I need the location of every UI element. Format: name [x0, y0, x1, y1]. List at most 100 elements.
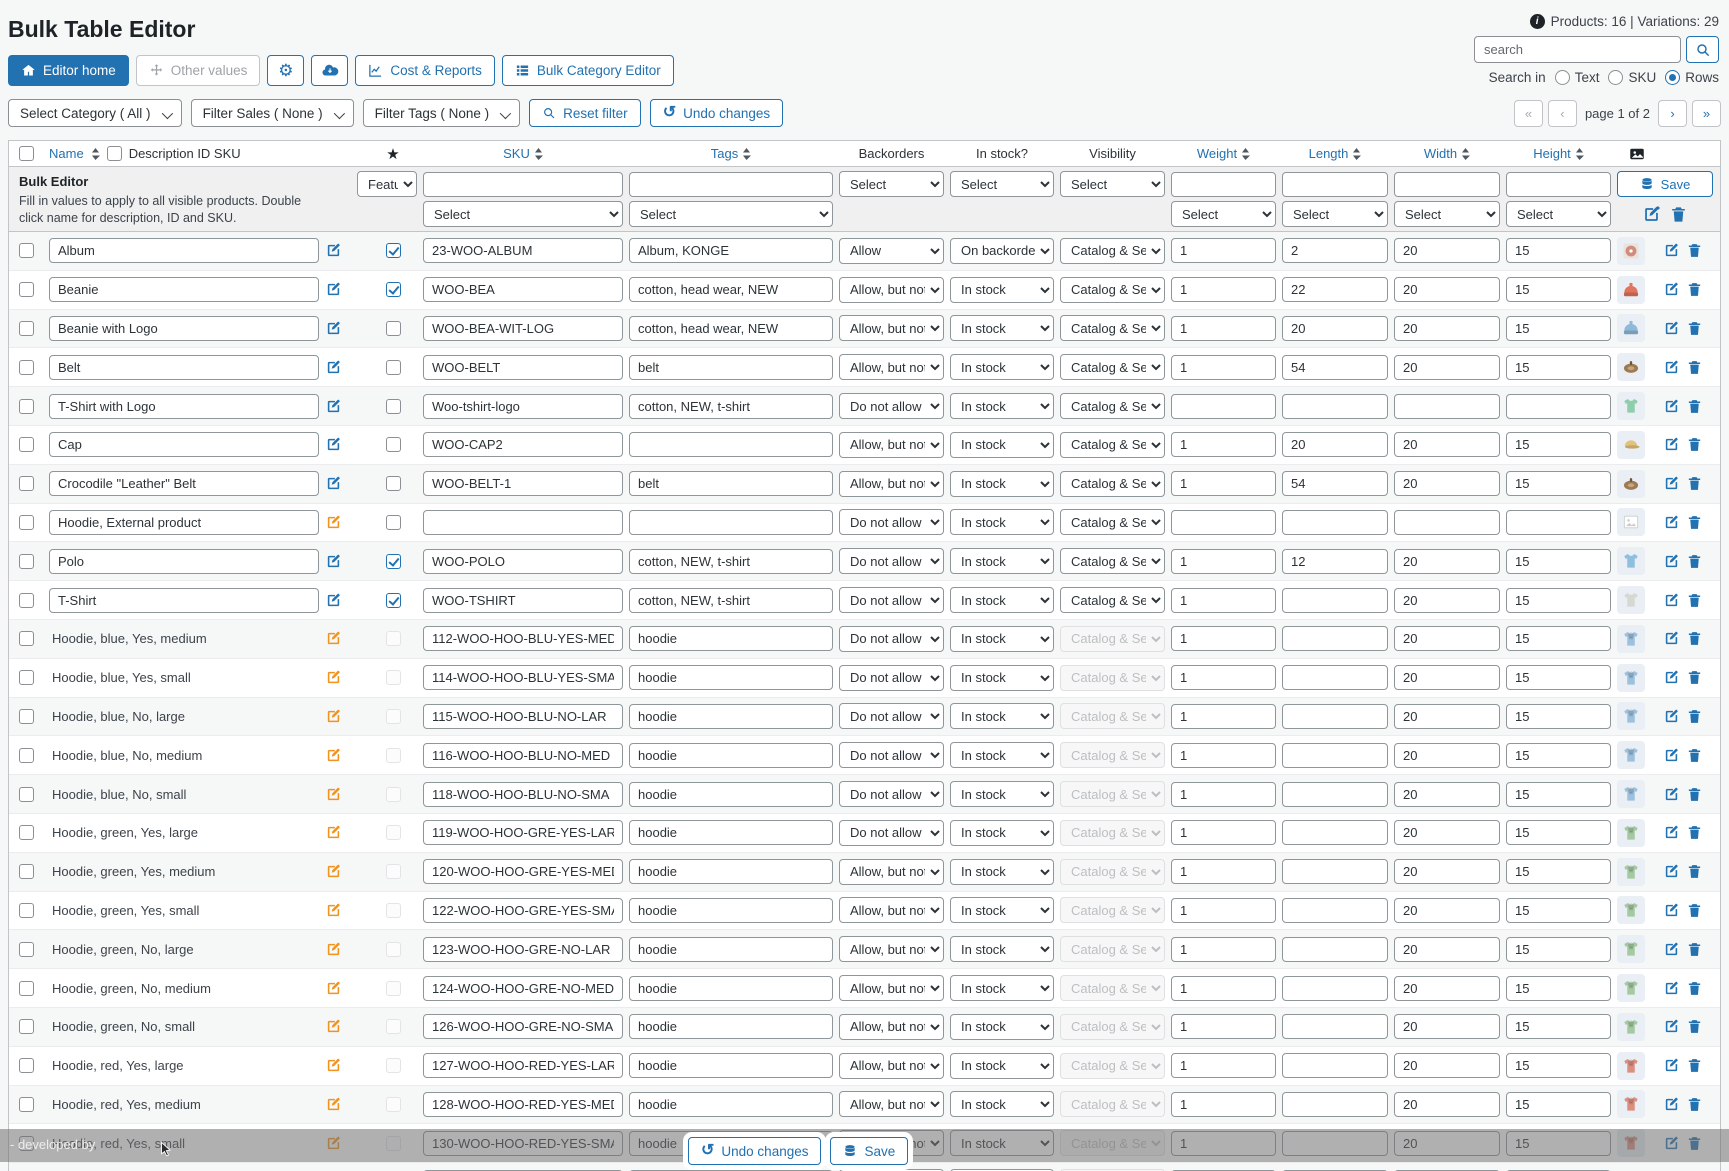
edit-name-icon[interactable] — [325, 980, 363, 997]
height-input[interactable] — [1506, 549, 1611, 574]
visibility-select[interactable]: Catalog & Search — [1060, 626, 1165, 652]
edit-row-icon[interactable] — [1663, 941, 1680, 958]
weight-input[interactable] — [1171, 704, 1276, 729]
tags-input[interactable] — [629, 549, 833, 574]
cloud-button[interactable] — [311, 55, 348, 86]
product-name-input[interactable] — [49, 355, 319, 380]
delete-row-icon[interactable] — [1686, 630, 1703, 647]
height-input[interactable] — [1506, 937, 1611, 962]
edit-name-icon[interactable] — [325, 281, 363, 298]
edit-name-icon[interactable] — [325, 669, 363, 686]
weight-input[interactable] — [1171, 976, 1276, 1001]
row-checkbox[interactable] — [19, 1097, 34, 1112]
width-input[interactable] — [1394, 471, 1500, 496]
backorders-select[interactable]: Allow, but notify — [839, 354, 944, 380]
length-input[interactable] — [1282, 1053, 1388, 1078]
edit-row-icon[interactable] — [1663, 747, 1680, 764]
tags-input[interactable] — [629, 394, 833, 419]
edit-name-icon[interactable] — [325, 359, 363, 376]
tags-input[interactable] — [629, 665, 833, 690]
width-input[interactable] — [1394, 665, 1500, 690]
tags-input[interactable] — [629, 820, 833, 845]
edit-row-icon[interactable] — [1663, 863, 1680, 880]
sku-input[interactable] — [423, 743, 623, 768]
bulk-delete-icon[interactable] — [1669, 205, 1688, 224]
featured-checkbox[interactable] — [386, 903, 401, 918]
featured-checkbox[interactable] — [386, 825, 401, 840]
select-all-checkbox[interactable] — [19, 146, 34, 161]
width-input[interactable] — [1394, 743, 1500, 768]
edit-row-icon[interactable] — [1663, 592, 1680, 609]
edit-row-icon[interactable] — [1663, 281, 1680, 298]
edit-name-icon[interactable] — [325, 398, 363, 415]
sku-input[interactable] — [423, 859, 623, 884]
delete-row-icon[interactable] — [1686, 1057, 1703, 1074]
stock-select[interactable]: In stock — [950, 820, 1054, 846]
visibility-select[interactable]: Catalog & Search — [1060, 1053, 1165, 1079]
search-button[interactable] — [1686, 36, 1719, 63]
visibility-select[interactable]: Catalog & Search — [1060, 587, 1165, 613]
edit-name-icon[interactable] — [325, 514, 363, 531]
tags-input[interactable] — [629, 898, 833, 923]
row-checkbox[interactable] — [19, 825, 34, 840]
edit-name-icon[interactable] — [325, 320, 363, 337]
width-input[interactable] — [1394, 1053, 1500, 1078]
search-in-rows-radio[interactable] — [1665, 70, 1680, 85]
length-input[interactable] — [1282, 355, 1388, 380]
delete-row-icon[interactable] — [1686, 669, 1703, 686]
backorders-select[interactable]: Do not allow — [839, 665, 944, 691]
visibility-select[interactable]: Catalog & Search — [1060, 665, 1165, 691]
tags-input[interactable] — [629, 859, 833, 884]
visibility-select[interactable]: Catalog & Search — [1060, 936, 1165, 962]
backorders-select[interactable]: Allow, but notify — [839, 432, 944, 458]
length-input[interactable] — [1282, 277, 1388, 302]
bulk-sku-input[interactable] — [423, 172, 623, 197]
row-checkbox[interactable] — [19, 321, 34, 336]
length-input[interactable] — [1282, 937, 1388, 962]
visibility-select[interactable]: Catalog & Search — [1060, 1091, 1165, 1117]
length-input[interactable] — [1282, 859, 1388, 884]
bulk-length-input[interactable] — [1282, 172, 1388, 197]
stock-select[interactable]: In stock — [950, 1053, 1054, 1079]
featured-checkbox[interactable] — [386, 437, 401, 452]
edit-name-icon[interactable] — [325, 553, 363, 570]
width-input[interactable] — [1394, 1014, 1500, 1039]
weight-input[interactable] — [1171, 471, 1276, 496]
tags-input[interactable] — [629, 937, 833, 962]
width-input[interactable] — [1394, 238, 1500, 263]
width-input[interactable] — [1394, 976, 1500, 1001]
product-name-input[interactable] — [49, 471, 319, 496]
row-checkbox[interactable] — [19, 476, 34, 491]
weight-input[interactable] — [1171, 898, 1276, 923]
bulk-save-button[interactable]: Save — [1617, 171, 1713, 197]
weight-input[interactable] — [1171, 626, 1276, 651]
bulk-tags-input[interactable] — [629, 172, 833, 197]
featured-checkbox[interactable] — [386, 709, 401, 724]
backorders-select[interactable]: Do not allow — [839, 587, 944, 613]
length-input[interactable] — [1282, 626, 1388, 651]
tags-input[interactable] — [629, 1092, 833, 1117]
stock-select[interactable]: In stock — [950, 665, 1054, 691]
backorders-select[interactable]: Do not allow — [839, 626, 944, 652]
backorders-select[interactable]: Do not allow — [839, 393, 944, 419]
sku-input[interactable] — [423, 277, 623, 302]
pagination-prev-button[interactable]: ‹ — [1548, 100, 1577, 127]
backorders-select[interactable]: Allow, but notify — [839, 277, 944, 303]
sku-input[interactable] — [423, 782, 623, 807]
cost-reports-button[interactable]: Cost & Reports — [355, 55, 495, 86]
backorders-select[interactable]: Do not allow — [839, 509, 944, 535]
stock-select[interactable]: In stock — [950, 354, 1054, 380]
stock-select[interactable]: In stock — [950, 897, 1054, 923]
height-input[interactable] — [1506, 277, 1611, 302]
delete-row-icon[interactable] — [1686, 475, 1703, 492]
edit-name-icon[interactable] — [325, 1096, 363, 1113]
height-input[interactable] — [1506, 1014, 1611, 1039]
bulk-visibility-select[interactable]: Select — [1060, 171, 1165, 197]
tags-input[interactable] — [629, 277, 833, 302]
sku-input[interactable] — [423, 355, 623, 380]
length-input[interactable] — [1282, 898, 1388, 923]
product-name-input[interactable] — [49, 510, 319, 535]
delete-row-icon[interactable] — [1686, 514, 1703, 531]
row-checkbox[interactable] — [19, 903, 34, 918]
featured-checkbox[interactable] — [386, 748, 401, 763]
